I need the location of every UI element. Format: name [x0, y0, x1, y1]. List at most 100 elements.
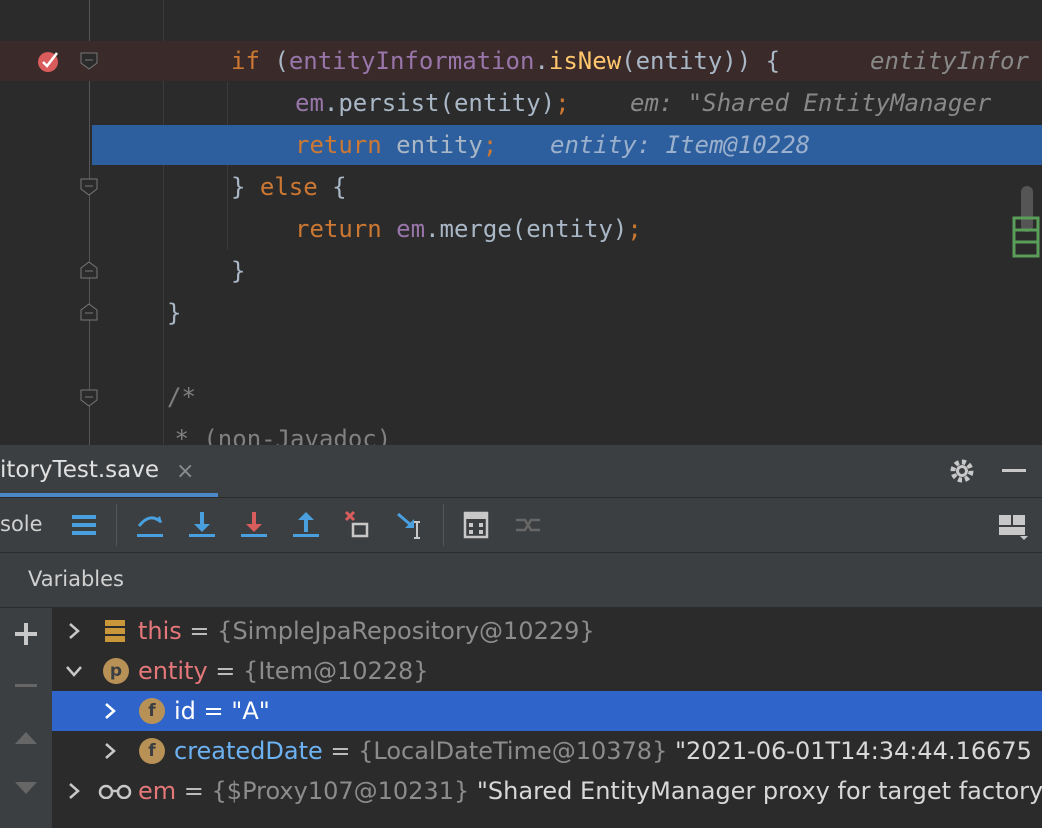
code-token: . [425, 215, 440, 243]
evaluate-expression-icon[interactable] [459, 508, 493, 542]
semicolon: ; [627, 215, 642, 243]
toolbar-separator [443, 504, 444, 546]
fold-marker-icon[interactable] [80, 389, 98, 407]
remove-watch-icon [15, 684, 37, 687]
code-line[interactable]: * (non-Javadoc) [0, 419, 1042, 445]
variable-row[interactable]: em = {$Proxy107@10231} "Shared EntityMan… [52, 771, 1042, 811]
frames-icon[interactable] [67, 508, 101, 542]
chevron-down-icon[interactable] [64, 661, 84, 681]
fold-end-icon[interactable] [80, 261, 98, 279]
variable-row[interactable]: f createdDate = {LocalDateTime@10378} "2… [52, 731, 1042, 771]
inline-debug-hint: entity: Item@10228 [550, 131, 811, 159]
code-token: ( [259, 47, 289, 75]
inline-debug-hint: em: "Shared EntityManager [630, 89, 992, 117]
variables-header: Variables [0, 553, 1042, 608]
code-token: (entity) [439, 89, 556, 117]
chevron-right-icon[interactable] [64, 621, 84, 641]
variable-row-selected[interactable]: f id = "A" [52, 691, 1042, 731]
code-token: { [317, 173, 347, 201]
variables-tree[interactable]: this = {SimpleJpaRepository@10229} p ent… [52, 608, 1042, 828]
step-out-icon[interactable] [289, 508, 323, 542]
code-line[interactable]: return em.merge(entity); [0, 209, 1042, 249]
code-comment: /* [167, 383, 196, 411]
variable-string-value: "Shared EntityManager proxy for target f… [469, 777, 1042, 805]
fold-end-icon[interactable] [80, 303, 98, 321]
variable-value: "A" [231, 697, 270, 725]
layout-options-icon[interactable] [996, 508, 1030, 542]
debug-session-tab[interactable]: itoryTest.save × [0, 445, 218, 497]
variable-text: createdDate = {LocalDateTime@10378} "202… [174, 731, 1032, 771]
variable-value: {LocalDateTime@10378} [358, 737, 668, 765]
code-comment: * (non-Javadoc) [160, 425, 392, 445]
trace-stream-icon [516, 518, 540, 532]
code-text: } [167, 299, 182, 327]
field-token: em [381, 215, 426, 243]
code-token: (entity)) { [621, 47, 781, 75]
variable-name: id [174, 697, 196, 725]
inspection-marker-icon[interactable] [1012, 216, 1040, 258]
variable-equals: = [181, 617, 218, 645]
move-down-icon [15, 782, 37, 794]
code-line[interactable]: } [0, 293, 1042, 333]
semicolon: ; [482, 131, 498, 159]
keyword: if [231, 47, 260, 75]
variables-title: Variables [28, 567, 124, 591]
step-into-icon[interactable] [185, 508, 219, 542]
chevron-right-icon[interactable] [100, 741, 120, 761]
variable-text: id = "A" [174, 691, 270, 731]
variable-name: createdDate [174, 737, 323, 765]
variable-text: this = {SimpleJpaRepository@10229} [138, 611, 595, 651]
code-text: return em.merge(entity); [295, 209, 642, 249]
execution-point-line[interactable]: return entity; entity: Item@10228 [92, 125, 1042, 165]
code-token: . [323, 89, 339, 117]
variable-equals: = [322, 737, 359, 765]
variables-sidebar [0, 608, 53, 828]
keyword: return [295, 215, 382, 243]
code-text: em.persist(entity); [295, 83, 570, 123]
instance-icon [105, 620, 125, 642]
toolbar-separator [116, 504, 117, 546]
force-step-into-icon[interactable] [237, 508, 271, 542]
fold-marker-icon[interactable] [80, 52, 98, 70]
semicolon: ; [555, 89, 570, 117]
code-line[interactable]: /* [0, 377, 1042, 417]
add-watch-icon[interactable] [12, 620, 40, 648]
chevron-right-icon[interactable] [64, 781, 84, 801]
debug-tool-window: itoryTest.save × sole Variables this = {… [0, 445, 1042, 828]
variable-row[interactable]: this = {SimpleJpaRepository@10229} [52, 611, 1042, 651]
code-line-breakpoint[interactable]: if (entityInformation.isNew(entity)) { e… [0, 41, 1042, 81]
breakpoint-icon[interactable] [37, 49, 61, 73]
console-tab[interactable]: sole [0, 512, 43, 536]
variable-value: {SimpleJpaRepository@10229} [217, 617, 595, 645]
variable-name: this [138, 617, 182, 645]
code-line[interactable]: } [0, 251, 1042, 291]
chevron-right-icon[interactable] [100, 701, 120, 721]
close-icon[interactable]: × [176, 459, 194, 484]
run-to-cursor-icon[interactable] [393, 508, 427, 542]
code-line[interactable]: em.persist(entity); em: "Shared EntityMa… [0, 83, 1042, 123]
keyword: return [295, 131, 382, 159]
gear-icon[interactable] [948, 457, 976, 485]
variable-name: em [138, 777, 177, 805]
fold-marker-icon[interactable] [80, 178, 98, 196]
code-token: (entity) [511, 215, 628, 243]
code-token: . [534, 47, 549, 75]
field-token: em [295, 89, 324, 117]
drop-frame-icon[interactable] [341, 508, 375, 542]
minimize-icon[interactable] [1002, 469, 1026, 472]
variable-equals: = [195, 697, 232, 725]
field-badge-icon: f [139, 698, 165, 724]
watch-glasses-icon [98, 784, 132, 799]
variable-row[interactable]: p entity = {Item@10228} [52, 651, 1042, 691]
code-token: } [231, 173, 260, 201]
variable-string-value: "2021-06-01T14:34:44.16675 [667, 737, 1032, 765]
active-tab-indicator [0, 493, 218, 497]
variable-equals: = [207, 657, 244, 685]
code-token: merge [439, 215, 512, 243]
code-text: } [231, 257, 246, 285]
step-over-icon[interactable] [133, 508, 167, 542]
tab-label: itoryTest.save [0, 457, 159, 483]
code-line[interactable]: } else { [0, 167, 1042, 207]
move-up-icon [15, 732, 37, 744]
code-editor[interactable]: if (entityInformation.isNew(entity)) { e… [0, 0, 1042, 445]
